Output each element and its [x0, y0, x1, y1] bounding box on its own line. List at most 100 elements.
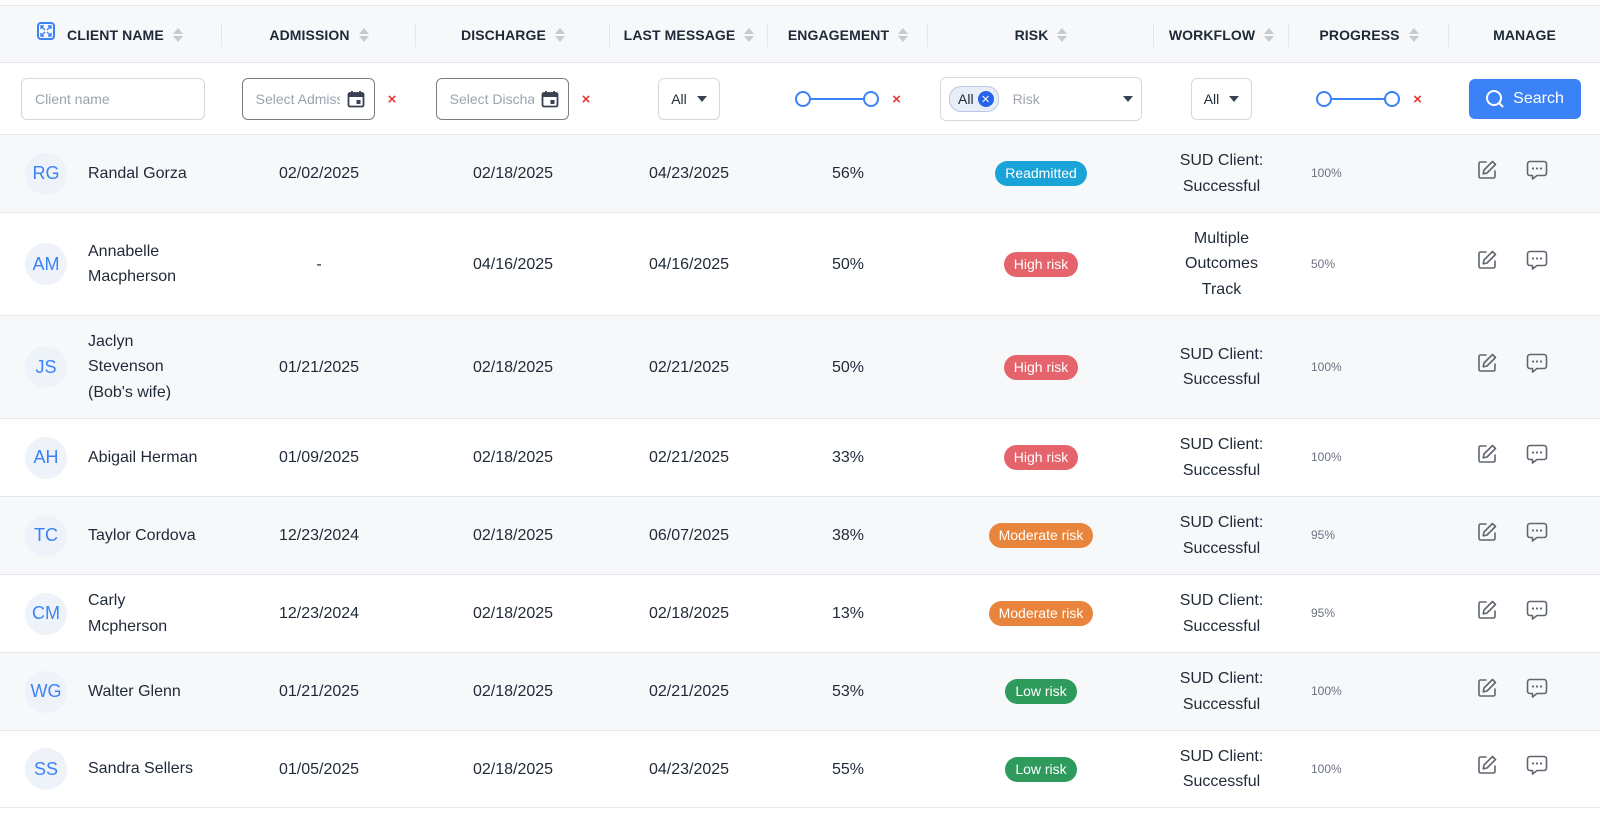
message-icon[interactable]: [1525, 351, 1549, 383]
sort-icon[interactable]: [1264, 27, 1275, 42]
sort-icon[interactable]: [358, 27, 369, 42]
discharge-date: 02/18/2025: [472, 527, 554, 544]
slider-max-handle[interactable]: [863, 91, 880, 107]
table-row[interactable]: SS Sandra Sellers 01/05/2025 02/18/2025 04/2…: [0, 731, 1600, 808]
avatar[interactable]: TC: [25, 514, 67, 557]
clear-progress-button[interactable]: ×: [1413, 91, 1422, 108]
last-message-select[interactable]: All: [658, 78, 720, 120]
avatar[interactable]: WG: [25, 670, 67, 713]
sort-icon[interactable]: [898, 27, 909, 42]
discharge-date: 02/18/2025: [472, 165, 554, 182]
sort-icon[interactable]: [744, 27, 755, 42]
manage-cell: [1449, 753, 1600, 785]
clear-admission-button[interactable]: ×: [388, 91, 397, 108]
client-name[interactable]: Carly Mcpherson: [88, 588, 208, 639]
last-message-date: 02/18/2025: [648, 605, 730, 622]
client-cell: AM Annabelle Macpherson: [0, 239, 222, 290]
column-header-engagement[interactable]: ENGAGEMENT: [768, 6, 928, 63]
expand-icon[interactable]: [37, 21, 55, 40]
table-row[interactable]: TC Taylor Cordova 12/23/2024 02/18/2025 06/0…: [0, 497, 1600, 575]
edit-icon[interactable]: [1475, 520, 1499, 552]
column-header-progress[interactable]: PROGRESS: [1289, 6, 1449, 63]
message-icon[interactable]: [1525, 676, 1549, 708]
risk-badge: High risk: [1003, 445, 1079, 470]
edit-icon[interactable]: [1475, 676, 1499, 708]
table-row[interactable]: RG Randal Gorza 02/02/2025 02/18/2025 04/23/…: [0, 135, 1600, 213]
message-icon[interactable]: [1525, 248, 1549, 280]
risk-cell: High risk: [928, 354, 1154, 380]
column-header-discharge[interactable]: DISCHARGE: [416, 6, 610, 63]
admission-date: 01/21/2025: [278, 358, 360, 376]
workflow-select[interactable]: All: [1190, 78, 1253, 120]
clear-engagement-button[interactable]: ×: [892, 91, 901, 108]
discharge-date: 04/16/2025: [472, 255, 554, 273]
avatar[interactable]: RG: [25, 152, 67, 195]
edit-icon[interactable]: [1475, 248, 1499, 280]
edit-icon[interactable]: [1475, 158, 1499, 190]
engagement-range-slider[interactable]: [795, 91, 880, 107]
client-name[interactable]: Taylor Cordova: [88, 523, 208, 549]
edit-icon[interactable]: [1475, 442, 1499, 474]
sort-icon[interactable]: [554, 27, 565, 42]
column-header-admission[interactable]: ADMISSION: [222, 6, 416, 63]
workflow-value: Multiple Outcomes Track: [1185, 229, 1258, 298]
manage-cell: [1449, 598, 1600, 630]
avatar[interactable]: CM: [25, 592, 67, 635]
risk-cell: Low risk: [928, 756, 1154, 782]
slider-max-handle[interactable]: [1384, 91, 1401, 107]
remove-chip-icon[interactable]: ✕: [977, 91, 994, 107]
risk-badge: Moderate risk: [988, 523, 1094, 548]
calendar-icon: [541, 91, 559, 108]
edit-icon[interactable]: [1475, 351, 1499, 383]
slider-min-handle[interactable]: [1316, 91, 1333, 107]
avatar[interactable]: SS: [25, 748, 67, 790]
edit-icon[interactable]: [1475, 598, 1499, 630]
sort-icon[interactable]: [1408, 27, 1419, 42]
edit-icon[interactable]: [1475, 753, 1499, 785]
message-icon[interactable]: [1525, 158, 1549, 190]
avatar[interactable]: AM: [25, 243, 67, 285]
clear-discharge-button[interactable]: ×: [582, 91, 591, 108]
risk-multiselect[interactable]: All ✕ Risk: [940, 77, 1142, 121]
client-cell: CM Carly Mcpherson: [0, 588, 222, 639]
avatar[interactable]: JS: [25, 346, 67, 388]
column-header-risk[interactable]: RISK: [928, 6, 1154, 63]
table-row[interactable]: JS Jaclyn Stevenson (Bob's wife) 01/21/202…: [0, 316, 1600, 419]
progress-range-slider[interactable]: [1316, 91, 1401, 107]
table-row[interactable]: AH Abigail Herman 01/09/2025 02/18/2025 02/2…: [0, 419, 1600, 497]
client-name[interactable]: Randal Gorza: [88, 161, 208, 187]
client-name[interactable]: Abigail Herman: [88, 445, 208, 471]
engagement-value: 13%: [831, 605, 865, 622]
client-name[interactable]: Jaclyn Stevenson (Bob's wife): [88, 329, 208, 406]
client-cell: SS Sandra Sellers: [0, 748, 222, 790]
client-name-filter-input[interactable]: Client name: [21, 78, 205, 120]
client-name[interactable]: Annabelle Macpherson: [88, 239, 208, 290]
message-icon[interactable]: [1525, 598, 1549, 630]
admission-date-picker[interactable]: Select Admission: [241, 78, 375, 120]
discharge-date-picker[interactable]: Select Discharge: [435, 78, 569, 120]
manage-cell: [1449, 442, 1600, 474]
column-header-last-message[interactable]: LAST MESSAGE: [610, 6, 768, 63]
engagement-value: 33%: [831, 449, 865, 466]
message-icon[interactable]: [1525, 442, 1549, 474]
client-cell: RG Randal Gorza: [0, 152, 222, 195]
risk-cell: Moderate risk: [928, 601, 1154, 626]
workflow-value: SUD Client: Successful: [1179, 747, 1264, 791]
sort-icon[interactable]: [172, 27, 183, 42]
column-header-workflow[interactable]: WORKFLOW: [1154, 6, 1289, 63]
table-row[interactable]: CM Carly Mcpherson 12/23/2024 02/18/2025 02/…: [0, 575, 1600, 653]
engagement-value: 53%: [831, 683, 865, 700]
search-button[interactable]: Search: [1468, 79, 1581, 119]
message-icon[interactable]: [1525, 753, 1549, 785]
client-name[interactable]: Sandra Sellers: [88, 756, 208, 782]
sort-icon[interactable]: [1057, 27, 1068, 42]
slider-min-handle[interactable]: [795, 91, 812, 107]
avatar[interactable]: AH: [25, 436, 67, 479]
workflow-value: SUD Client: Successful: [1179, 514, 1264, 557]
column-header-client-name[interactable]: CLIENT NAME: [0, 6, 222, 63]
table-row[interactable]: WG Walter Glenn 01/21/2025 02/18/2025 02/21/…: [0, 653, 1600, 731]
table-row[interactable]: AM Annabelle Macpherson - 04/16/2025 04/16/2…: [0, 213, 1600, 316]
message-icon[interactable]: [1525, 520, 1549, 552]
risk-cell: High risk: [928, 251, 1154, 277]
client-name[interactable]: Walter Glenn: [88, 679, 208, 705]
